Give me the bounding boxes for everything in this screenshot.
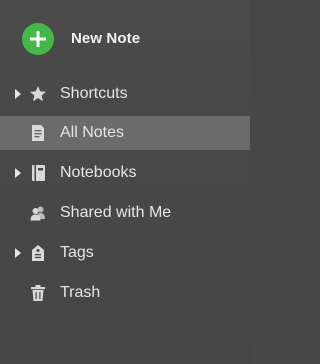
sidebar-item-label: Shared with Me [60, 204, 172, 221]
new-note-button[interactable]: New Note [0, 20, 250, 60]
sidebar-item-label: All Notes [60, 124, 125, 141]
sidebar-item-notebooks[interactable]: Notebooks [0, 156, 250, 190]
note-icon [29, 124, 47, 142]
notebook-icon [29, 164, 47, 182]
sidebar-item-shared-with-me[interactable]: Shared with Me [0, 196, 250, 230]
sidebar-item-label: Notebooks [60, 164, 137, 181]
sidebar-item-trash[interactable]: Trash [0, 276, 250, 310]
star-icon [29, 85, 47, 103]
sidebar-item-label: Shortcuts [60, 85, 128, 102]
sidebar-item-label: Tags [60, 244, 94, 261]
sidebar: New Note Shortcuts All Notes Notebooks S… [0, 0, 250, 364]
sidebar-item-all-notes[interactable]: All Notes [0, 116, 250, 150]
trash-icon [29, 284, 47, 302]
sidebar-item-shortcuts[interactable]: Shortcuts [0, 77, 250, 111]
expand-caret-icon[interactable] [15, 89, 21, 99]
plus-icon [22, 23, 54, 55]
expand-caret-icon[interactable] [15, 168, 21, 178]
people-icon [29, 204, 47, 222]
expand-caret-icon[interactable] [15, 248, 21, 258]
sidebar-item-label: Trash [60, 284, 101, 301]
new-note-label: New Note [71, 30, 141, 47]
tag-icon [29, 244, 47, 262]
sidebar-item-tags[interactable]: Tags [0, 236, 250, 270]
